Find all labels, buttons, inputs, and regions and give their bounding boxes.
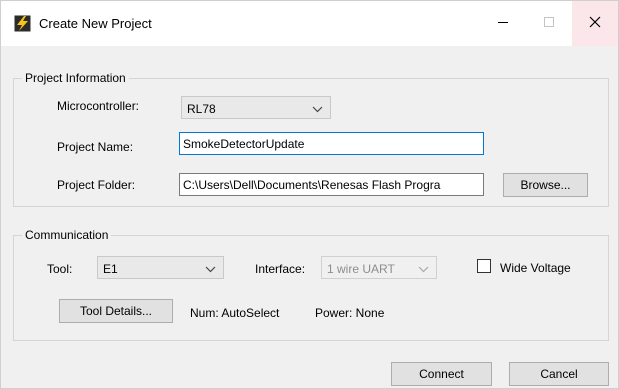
communication-title: Communication	[22, 228, 112, 242]
close-button[interactable]	[572, 1, 618, 46]
close-icon	[589, 16, 601, 31]
microcontroller-select[interactable]: RL78	[181, 96, 331, 119]
microcontroller-label: Microcontroller:	[57, 99, 140, 113]
minimize-button[interactable]	[480, 1, 526, 46]
interface-select[interactable]: 1 wire UART	[321, 256, 437, 279]
wide-voltage-checkbox[interactable]	[477, 259, 491, 273]
minimize-icon	[497, 16, 509, 31]
tool-value: E1	[103, 262, 118, 276]
project-name-label: Project Name:	[57, 140, 134, 154]
project-folder-field[interactable]	[179, 173, 484, 196]
power-status-text: Power: None	[315, 306, 385, 320]
interface-label: Interface:	[255, 262, 306, 276]
communication-group: Communication	[13, 228, 609, 341]
maximize-button[interactable]	[526, 1, 572, 46]
tool-label: Tool:	[47, 262, 73, 276]
tool-details-button[interactable]: Tool Details...	[59, 299, 173, 323]
project-information-title: Project Information	[22, 71, 129, 85]
maximize-icon	[543, 16, 555, 31]
chevron-down-icon	[205, 263, 216, 273]
chevron-down-icon	[418, 263, 429, 273]
cancel-button[interactable]: Cancel	[509, 362, 609, 386]
num-status-text: Num: AutoSelect	[190, 306, 280, 320]
interface-value: 1 wire UART	[327, 262, 395, 276]
connect-button[interactable]: Connect	[391, 362, 492, 386]
project-folder-label: Project Folder:	[57, 178, 136, 192]
title-bar: Create New Project	[1, 1, 618, 46]
lightning-bolt-icon	[14, 15, 31, 32]
create-project-dialog: Create New Project Project Information M…	[0, 0, 619, 389]
microcontroller-value: RL78	[187, 102, 216, 116]
tool-select[interactable]: E1	[97, 256, 224, 279]
browse-button[interactable]: Browse...	[503, 173, 588, 197]
window-title: Create New Project	[39, 16, 152, 31]
project-name-field[interactable]	[179, 132, 484, 155]
project-folder-input[interactable]	[180, 174, 483, 195]
project-name-input[interactable]	[180, 133, 483, 154]
wide-voltage-label[interactable]: Wide Voltage	[500, 261, 571, 275]
chevron-down-icon	[312, 103, 323, 113]
